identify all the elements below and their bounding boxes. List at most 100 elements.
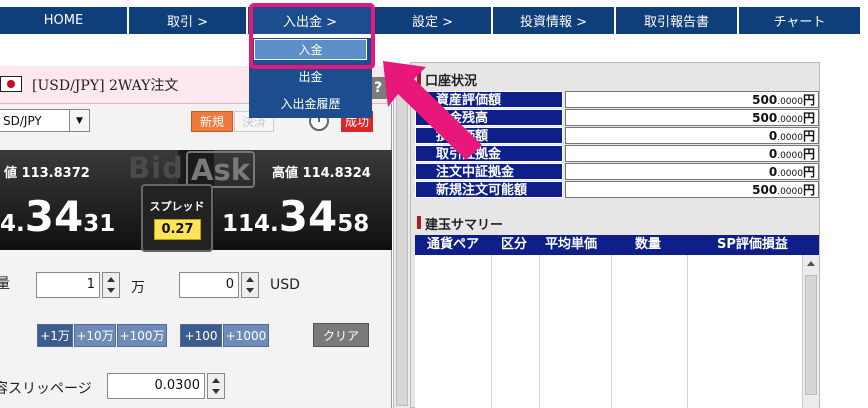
account-value-unit: 円	[802, 147, 815, 161]
account-value-decimals: .0000	[777, 151, 803, 161]
summary-scrollbar[interactable]	[802, 255, 819, 408]
add-10k-button[interactable]: +1万	[37, 324, 73, 347]
spread-box: スプレッド 0.27	[141, 184, 213, 252]
scroll-up-icon[interactable]	[807, 261, 815, 266]
currency-pair-select[interactable]: SD/JPY ▼	[0, 109, 90, 132]
add-100k-button[interactable]: +10万	[74, 324, 116, 347]
usd-amount-input[interactable]: 0	[179, 272, 239, 298]
column-divider	[491, 255, 492, 408]
add-100-button[interactable]: +100	[180, 324, 222, 347]
column-divider	[687, 255, 688, 408]
account-value-int: 0	[768, 129, 778, 143]
add-1m-button[interactable]: +100万	[117, 324, 167, 347]
account-value-unit: 円	[802, 129, 815, 143]
position-summary-title: 建玉サマリー	[417, 214, 503, 233]
column-header-sp-pnl[interactable]: SP評価損益	[717, 235, 788, 255]
account-value-unit: 円	[802, 111, 815, 125]
position-summary-header: 通貨ペア 区分 平均単価 数量 SP評価損益	[415, 235, 819, 255]
account-row-value: 0.0000円	[565, 163, 819, 180]
quantity-unit: 万	[131, 280, 145, 296]
account-row-label: 取引証拠金	[415, 145, 563, 162]
account-value-unit: 円	[802, 93, 815, 107]
spread-value: 0.27	[154, 219, 201, 240]
new-order-button[interactable]: 新規	[191, 111, 233, 132]
slippage-input[interactable]: 0.0300	[107, 373, 205, 399]
account-row-label: 注文中証拠金	[415, 163, 563, 180]
high-price-label: 高値 114.8324	[272, 166, 371, 181]
ask-price-main: 34	[278, 192, 338, 241]
ask-price-tail: 58	[337, 211, 370, 237]
table-row: 損評価額 0.0000円	[415, 127, 819, 144]
column-header-average-price[interactable]: 平均単価	[545, 235, 597, 255]
account-value-unit: 円	[802, 183, 815, 197]
menu-item-history[interactable]: 入出金履歴	[254, 93, 367, 114]
nav-investment-info[interactable]: 投資情報 >	[493, 7, 615, 34]
account-value-int: 500	[752, 93, 778, 107]
account-value-int: 500	[752, 111, 778, 125]
bid-price-prefix: 4.	[0, 211, 25, 237]
account-value-int: 0	[768, 147, 778, 161]
account-panel: 口座状況 資産評価額 500.0000円 託金残高 500.0000円 損評価額…	[410, 62, 820, 408]
order-panel-scroll-thumb[interactable]	[396, 86, 408, 406]
account-value-decimals: .0000	[777, 169, 803, 179]
bid-price-tail: 31	[83, 211, 116, 237]
bid-price-main: 34	[24, 192, 84, 241]
nav-trade-report[interactable]: 取引報告書	[616, 7, 738, 34]
table-row: 注文中証拠金 0.0000円	[415, 163, 819, 180]
bid-label: Bid	[128, 151, 184, 185]
column-divider	[539, 255, 540, 408]
order-panel-scrollbar[interactable]	[393, 66, 410, 408]
slippage-label: 容スリッページ	[0, 381, 92, 397]
usd-amount-stepper[interactable]	[241, 272, 259, 298]
table-row: 取引証拠金 0.0000円	[415, 145, 819, 162]
ask-label: Ask	[186, 151, 255, 188]
japan-flag-icon	[0, 76, 22, 92]
chevron-down-icon[interactable]: ▼	[69, 110, 89, 131]
table-row: 託金残高 500.0000円	[415, 109, 819, 126]
table-row: 新規注文可能額 500.0000円	[415, 181, 819, 198]
account-row-value: 500.0000円	[565, 181, 819, 198]
nav-chart[interactable]: チャート	[739, 7, 861, 34]
account-status-title: 口座状況	[417, 70, 477, 89]
account-row-value: 0.0000円	[565, 145, 819, 162]
position-summary-body	[415, 255, 819, 408]
spread-label: スプレッド	[149, 200, 205, 213]
top-nav: HOME 取引 > 入出金 > 設定 > 投資情報 > 取引報告書 チャート	[0, 0, 868, 40]
quantity-input[interactable]: 1	[36, 272, 100, 298]
account-value-decimals: .0000	[777, 187, 803, 197]
account-value-int: 500	[752, 183, 778, 197]
menu-item-withdraw[interactable]: 出金	[254, 66, 367, 87]
account-value-decimals: .0000	[777, 115, 803, 125]
add-1000-button[interactable]: +1000	[223, 324, 269, 347]
usd-unit: USD	[270, 277, 300, 293]
quantity-stepper[interactable]	[102, 272, 120, 298]
ask-price-prefix: 114.	[222, 211, 279, 237]
account-value-decimals: .0000	[777, 133, 803, 143]
summary-scroll-thumb[interactable]	[805, 275, 817, 395]
nav-home[interactable]: HOME	[0, 7, 128, 34]
clear-button[interactable]: クリア	[313, 323, 369, 347]
bid-price-button[interactable]: 4.3431	[0, 194, 115, 240]
account-row-label: 託金残高	[415, 109, 563, 126]
account-row-value: 500.0000円	[565, 109, 819, 126]
ask-price-button[interactable]: 114.3458	[222, 194, 369, 240]
account-row-value: 0.0000円	[565, 127, 819, 144]
column-header-quantity[interactable]: 数量	[635, 235, 661, 255]
column-header-currency-pair[interactable]: 通貨ペア	[427, 235, 479, 255]
account-row-label: 損評価額	[415, 127, 563, 144]
highlight-frame	[249, 3, 375, 69]
quantity-label: 量	[0, 276, 10, 292]
column-header-side[interactable]: 区分	[501, 235, 527, 255]
nav-settings[interactable]: 設定 >	[374, 7, 492, 34]
nav-trade[interactable]: 取引 >	[129, 7, 247, 34]
app-window: HOME 取引 > 入出金 > 設定 > 投資情報 > 取引報告書 チャート […	[0, 0, 868, 408]
slippage-stepper[interactable]	[207, 373, 225, 399]
account-row-value: 500.0000円	[565, 91, 819, 108]
account-row-label: 資産評価額	[415, 91, 563, 108]
account-value-int: 0	[768, 165, 778, 179]
account-value-decimals: .0000	[777, 97, 803, 107]
low-price-label: 値 113.8372	[4, 166, 90, 181]
account-value-unit: 円	[802, 165, 815, 179]
column-divider	[611, 255, 612, 408]
order-title: [USD/JPY] 2WAY注文	[32, 78, 179, 94]
